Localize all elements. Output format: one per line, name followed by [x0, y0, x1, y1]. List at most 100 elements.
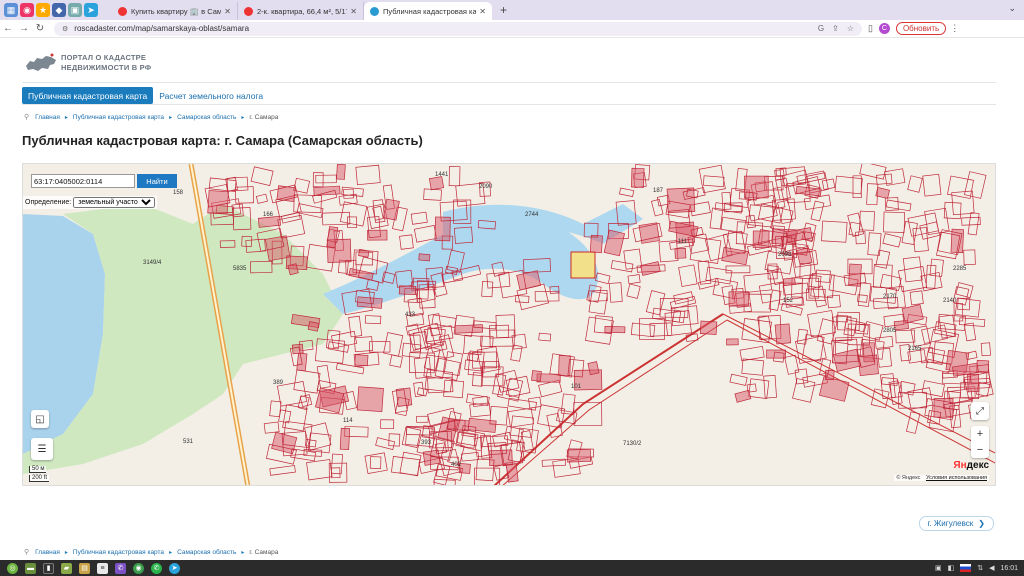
land-parcel[interactable]: [287, 263, 299, 276]
browser-tab-active[interactable]: Публичная кадастровая кар ✕: [364, 2, 492, 20]
profile-avatar[interactable]: C: [878, 23, 890, 34]
google-lens-icon[interactable]: G: [818, 24, 824, 33]
land-parcel[interactable]: [291, 343, 304, 355]
tray-app-icon[interactable]: ▣: [935, 564, 942, 572]
land-parcel[interactable]: [766, 349, 786, 359]
text-editor-icon[interactable]: ≡: [97, 562, 108, 574]
land-parcel[interactable]: [531, 370, 542, 382]
land-parcel[interactable]: [631, 167, 645, 188]
new-tab-button[interactable]: +: [500, 3, 507, 17]
start-menu-icon[interactable]: ◎: [7, 562, 18, 574]
land-parcel[interactable]: [367, 229, 388, 241]
terms-link[interactable]: Условия использования: [926, 475, 987, 481]
sidebar-icon[interactable]: ▯: [868, 23, 873, 34]
cadastral-number-input[interactable]: [31, 174, 135, 188]
breadcrumb-region[interactable]: Самарская область: [177, 114, 236, 121]
land-parcel[interactable]: [728, 291, 749, 307]
land-parcel[interactable]: [454, 324, 484, 334]
chrome-icon[interactable]: ◉: [133, 562, 144, 574]
pinned-tab-icon[interactable]: ◆: [52, 3, 66, 17]
nav-cadastral-map[interactable]: Публичная кадастровая карта: [22, 87, 154, 104]
breadcrumb-region[interactable]: Самарская область: [177, 549, 236, 556]
land-parcel[interactable]: [604, 326, 626, 334]
breadcrumb-map[interactable]: Публичная кадастровая карта: [73, 549, 164, 556]
find-button[interactable]: Найти: [137, 174, 177, 188]
site-logo[interactable]: ПОРТАЛ О КАДАСТРЕ НЕДВИЖИМОСТИ В РФ: [24, 52, 151, 74]
clock[interactable]: 16:01: [1000, 565, 1018, 572]
whatsapp-icon[interactable]: ✆: [151, 562, 162, 574]
pinned-tab-icon[interactable]: ▣: [68, 3, 82, 17]
address-bar[interactable]: ⚙ roscadaster.com/map/samarskaya-oblast/…: [54, 21, 862, 36]
land-parcel[interactable]: [418, 253, 431, 262]
yandex-logo-dex: декс: [966, 460, 989, 471]
breadcrumb: ⚲ Главная ▸ Публичная кадастровая карта …: [24, 113, 278, 122]
land-parcel[interactable]: [307, 321, 320, 332]
menu-icon[interactable]: ⋮: [950, 23, 959, 34]
pinned-tab-icon[interactable]: ▦: [4, 3, 18, 17]
ruler-icon[interactable]: ◱: [31, 410, 49, 428]
land-parcel[interactable]: [699, 320, 718, 335]
cadastral-map[interactable]: 3149/4 5835 7130/2 2805 158 166 114 389 101 531 39…: [22, 163, 996, 486]
parcel-number-label: 187: [653, 188, 664, 194]
volume-icon[interactable]: ◀: [989, 564, 994, 572]
land-parcel[interactable]: [356, 386, 384, 413]
nav-land-tax[interactable]: Расчет земельного налога: [153, 87, 269, 104]
land-parcel[interactable]: [589, 234, 603, 254]
browser-tab[interactable]: 2-к. квартира, 66,4 м², 5/17 э ✕: [238, 2, 364, 20]
land-parcel[interactable]: [774, 323, 792, 345]
back-button[interactable]: ←: [0, 23, 16, 34]
reload-icon[interactable]: ↻: [32, 23, 48, 34]
network-icon[interactable]: ⇅: [977, 564, 983, 572]
window-controls[interactable]: ⌄: [1008, 3, 1016, 14]
fullscreen-icon[interactable]: ⤢: [971, 402, 989, 420]
land-parcel[interactable]: [726, 338, 739, 346]
zoom-out-button[interactable]: −: [971, 442, 989, 458]
breadcrumb-map[interactable]: Публичная кадастровая карта: [73, 114, 164, 121]
telegram-icon[interactable]: ➤: [84, 3, 98, 17]
next-city-button[interactable]: г. Жигулевск ❯: [918, 516, 994, 531]
land-parcel[interactable]: [744, 175, 769, 199]
land-parcel[interactable]: [857, 354, 879, 376]
close-tab-icon[interactable]: ✕: [350, 7, 357, 16]
land-parcel[interactable]: [339, 427, 351, 450]
desktop-icon[interactable]: ▬: [25, 562, 36, 574]
system-tray: ▣ ◧ ⇅ ◀ 16:01: [935, 564, 1024, 572]
zoom-in-button[interactable]: +: [971, 426, 989, 442]
land-parcel[interactable]: [336, 164, 346, 180]
breadcrumb-home[interactable]: Главная: [35, 549, 60, 556]
bookmark-star-icon[interactable]: ☆: [847, 24, 854, 33]
land-parcel[interactable]: [505, 463, 519, 483]
breadcrumb-home[interactable]: Главная: [35, 114, 60, 121]
map-canvas[interactable]: 3149/4 5835 7130/2 2805 158 166 114 389 101 531 39…: [23, 164, 996, 486]
close-tab-icon[interactable]: ✕: [224, 7, 231, 16]
land-parcel[interactable]: [666, 187, 696, 213]
land-parcel[interactable]: [824, 369, 835, 381]
land-parcel[interactable]: [467, 417, 497, 433]
file-manager-icon[interactable]: ▤: [79, 562, 90, 574]
definition-select[interactable]: земельный участок: [73, 197, 156, 208]
browser-tab[interactable]: Купить квартиру 🏢 в Самар ✕: [112, 2, 238, 20]
land-parcel[interactable]: [566, 448, 592, 463]
site-info-icon[interactable]: ⚙: [62, 25, 68, 33]
parcel-number-label: 114: [343, 418, 353, 424]
terminal-icon[interactable]: ▮: [43, 562, 54, 574]
close-tab-icon[interactable]: ✕: [479, 7, 486, 16]
files-icon[interactable]: ▰: [61, 562, 72, 574]
tray-app-icon[interactable]: ◧: [948, 564, 955, 572]
update-button[interactable]: Обновить: [895, 22, 947, 35]
land-parcel[interactable]: [354, 354, 369, 367]
breadcrumb-bottom: ⚲ Главная ▸ Публичная кадастровая карта …: [24, 548, 278, 557]
telegram-icon[interactable]: ➤: [169, 562, 180, 574]
land-parcel[interactable]: [428, 176, 445, 191]
land-parcel[interactable]: [967, 373, 980, 393]
pinned-tab-icon[interactable]: ◉: [20, 3, 34, 17]
land-parcel[interactable]: [264, 235, 291, 262]
keyboard-layout-flag-icon[interactable]: [960, 564, 972, 572]
viber-icon[interactable]: ✆: [115, 562, 126, 574]
pinned-tab-icon[interactable]: ★: [36, 3, 50, 17]
share-icon[interactable]: ⇪: [832, 24, 839, 33]
land-parcel[interactable]: [674, 247, 687, 259]
forward-button[interactable]: →: [16, 23, 32, 34]
land-parcel[interactable]: [207, 190, 229, 215]
layers-icon[interactable]: ☰: [31, 438, 53, 460]
